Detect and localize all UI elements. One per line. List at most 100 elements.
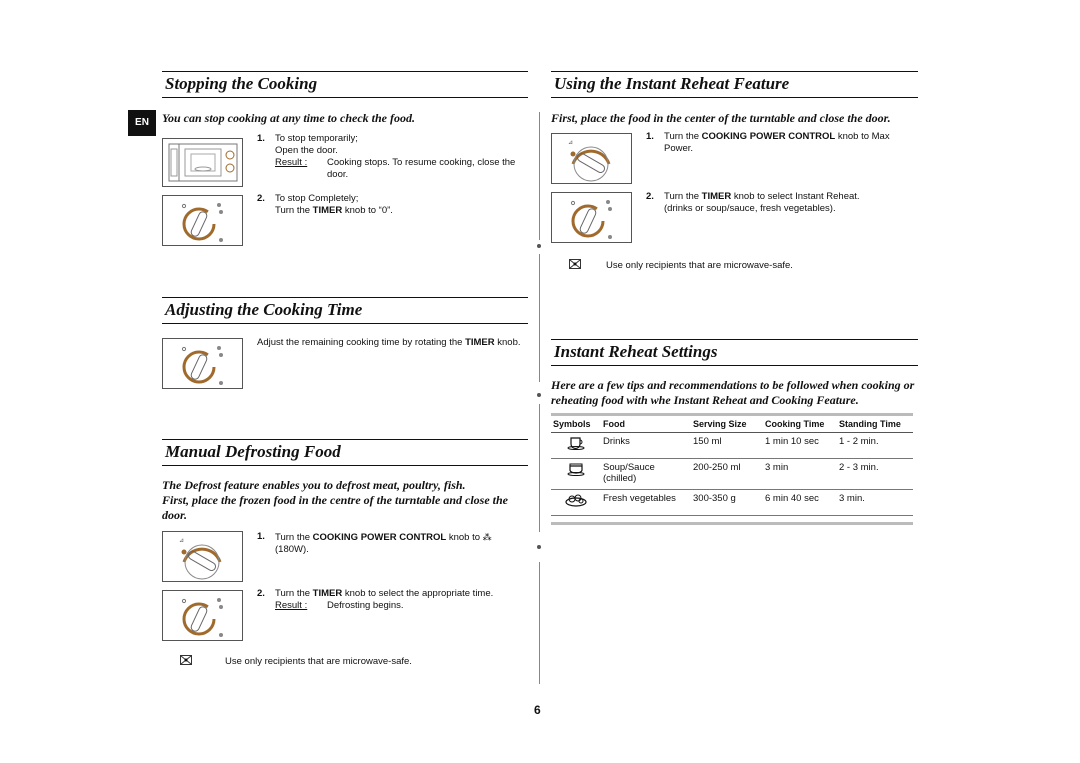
- stopping-step-2: 2. To stop Completely; Turn the TIMER kn…: [257, 193, 532, 217]
- settings-intro: Here are a few tips and recommendations …: [551, 378, 915, 407]
- step-text: knob to: [446, 532, 483, 543]
- step-bold: TIMER: [312, 205, 343, 216]
- power-knob-figure: ⊿: [551, 133, 632, 184]
- note-text: Use only recipients that are microwave-s…: [225, 656, 412, 667]
- stopping-intro: You can stop cooking at any time to chec…: [162, 111, 415, 125]
- svg-text:⊿: ⊿: [568, 140, 573, 146]
- reheat-step-2: 2. Turn the TIMER knob to select Instant…: [646, 191, 916, 215]
- step-number: 2.: [257, 193, 265, 204]
- divider-dot: [537, 393, 541, 397]
- intro-line: First, place the frozen food in the cent…: [162, 493, 509, 522]
- size-cell: 150 ml: [691, 432, 763, 459]
- step-text: To stop Completely;: [275, 193, 359, 204]
- size-cell: 300-350 g: [691, 489, 763, 516]
- step-text: Turn the: [664, 131, 702, 142]
- step-text: (180W).: [275, 544, 309, 555]
- timer-knob-figure: [551, 192, 632, 243]
- table-row: Fresh vegetables 300-350 g 6 min 40 sec …: [551, 489, 913, 516]
- step-bold: COOKING POWER CONTROL: [701, 131, 836, 142]
- step-text: Turn the: [275, 205, 313, 216]
- timer-knob-figure: [162, 195, 243, 246]
- defrost-symbol-icon: ⁂: [482, 532, 492, 542]
- step-text: knob to “0”.: [342, 205, 393, 216]
- stopping-step-1: 1. To stop temporarily; Open the door. R…: [257, 133, 532, 181]
- cup-icon: [567, 437, 585, 450]
- step-bold: TIMER: [701, 191, 732, 202]
- step-text: To stop temporarily;: [275, 133, 358, 144]
- cook-time-cell: 3 min: [763, 458, 837, 490]
- body-text: Adjust the remaining cooking time by rot…: [257, 337, 466, 348]
- defrost-intro: The Defrost feature enables you to defro…: [162, 478, 532, 523]
- defrost-step-1: 1. Turn the COOKING POWER CONTROL knob t…: [257, 531, 532, 556]
- table-row: Soup/Sauce (chilled) 200-250 ml 3 min 2 …: [551, 458, 913, 490]
- adjusting-text: Adjust the remaining cooking time by rot…: [257, 337, 527, 349]
- section-title-reheat: Using the Instant Reheat Feature: [551, 71, 918, 98]
- result-text: Cooking stops. To resume cooking, close …: [327, 157, 516, 180]
- timer-knob-icon: [570, 200, 612, 239]
- section-title-adjusting: Adjusting the Cooking Time: [162, 297, 528, 324]
- body-bold: TIMER: [465, 337, 495, 348]
- result-label: Result :: [275, 157, 308, 168]
- step-text: knob to select Instant Reheat.: [731, 191, 860, 202]
- defrost-note: Use only recipients that are microwave-s…: [180, 655, 412, 668]
- column-divider: [539, 404, 540, 532]
- step-text: Turn the: [275, 588, 313, 599]
- food-cell: Fresh vegetables: [601, 489, 691, 516]
- cook-time-cell: 1 min 10 sec: [763, 432, 837, 459]
- column-divider: [539, 562, 540, 684]
- reheat-intro: First, place the food in the center of t…: [551, 111, 891, 125]
- column-header: Cooking Time: [763, 416, 837, 433]
- step-number: 2.: [646, 191, 654, 202]
- timer-knob-figure: [162, 338, 243, 389]
- step-bold: TIMER: [312, 588, 343, 599]
- column-header: Serving Size: [691, 416, 763, 433]
- power-knob-icon: ⊿: [179, 538, 222, 580]
- table-bottom-bar: [551, 522, 913, 525]
- stand-time-cell: 1 - 2 min.: [837, 432, 913, 459]
- microwave-safe-icon: [180, 655, 225, 668]
- step-number: 1.: [257, 531, 265, 542]
- vegetables-plate-icon: [565, 494, 587, 507]
- power-knob-icon: ⊿: [568, 140, 611, 182]
- result-label: Result :: [275, 600, 308, 611]
- step-bold: COOKING POWER CONTROL: [312, 532, 447, 543]
- food-cell: Drinks: [601, 432, 691, 459]
- language-badge: EN: [128, 110, 156, 136]
- size-cell: 200-250 ml: [691, 458, 763, 490]
- defrost-step-2: 2. Turn the TIMER knob to select the app…: [257, 588, 532, 612]
- section-title-settings: Instant Reheat Settings: [551, 339, 918, 366]
- timer-knob-icon: [181, 203, 223, 242]
- body-text: knob.: [494, 337, 521, 348]
- reheat-settings-table: Symbols Food Serving Size Cooking Time S…: [551, 413, 913, 525]
- bowl-icon: [567, 463, 585, 476]
- svg-text:⊿: ⊿: [179, 538, 184, 544]
- result-text: Defrosting begins.: [327, 600, 404, 611]
- step-text: Open the door.: [275, 145, 338, 156]
- food-cell: Soup/Sauce (chilled): [601, 458, 691, 490]
- step-text: (drinks or soup/sauce, fresh vegetables)…: [664, 203, 836, 214]
- divider-dot: [537, 545, 541, 549]
- step-text: knob to select the appropriate time.: [342, 588, 494, 599]
- timer-knob-icon: [181, 598, 223, 637]
- reheat-note: Use only recipients that are microwave-s…: [569, 259, 793, 272]
- step-text: Turn the: [275, 532, 313, 543]
- table-row: Drinks 150 ml 1 min 10 sec 1 - 2 min.: [551, 432, 913, 459]
- note-text: Use only recipients that are microwave-s…: [606, 260, 793, 271]
- power-knob-figure: ⊿: [162, 531, 243, 582]
- stand-time-cell: 2 - 3 min.: [837, 458, 913, 490]
- step-number: 1.: [257, 133, 265, 144]
- step-text: Turn the: [664, 191, 702, 202]
- intro-line: The Defrost feature enables you to defro…: [162, 478, 466, 492]
- section-title-defrost: Manual Defrosting Food: [162, 439, 528, 466]
- timer-knob-figure: [162, 590, 243, 641]
- page-number: 6: [534, 703, 541, 717]
- section-title-stopping: Stopping the Cooking: [162, 71, 528, 98]
- cook-time-cell: 6 min 40 sec: [763, 489, 837, 516]
- divider-dot: [537, 244, 541, 248]
- microwave-safe-icon: [569, 259, 606, 272]
- step-number: 2.: [257, 588, 265, 599]
- column-divider: [539, 112, 540, 240]
- microwave-icon: [168, 143, 238, 182]
- microwave-open-door-figure: [162, 138, 243, 187]
- column-header: Food: [601, 416, 691, 433]
